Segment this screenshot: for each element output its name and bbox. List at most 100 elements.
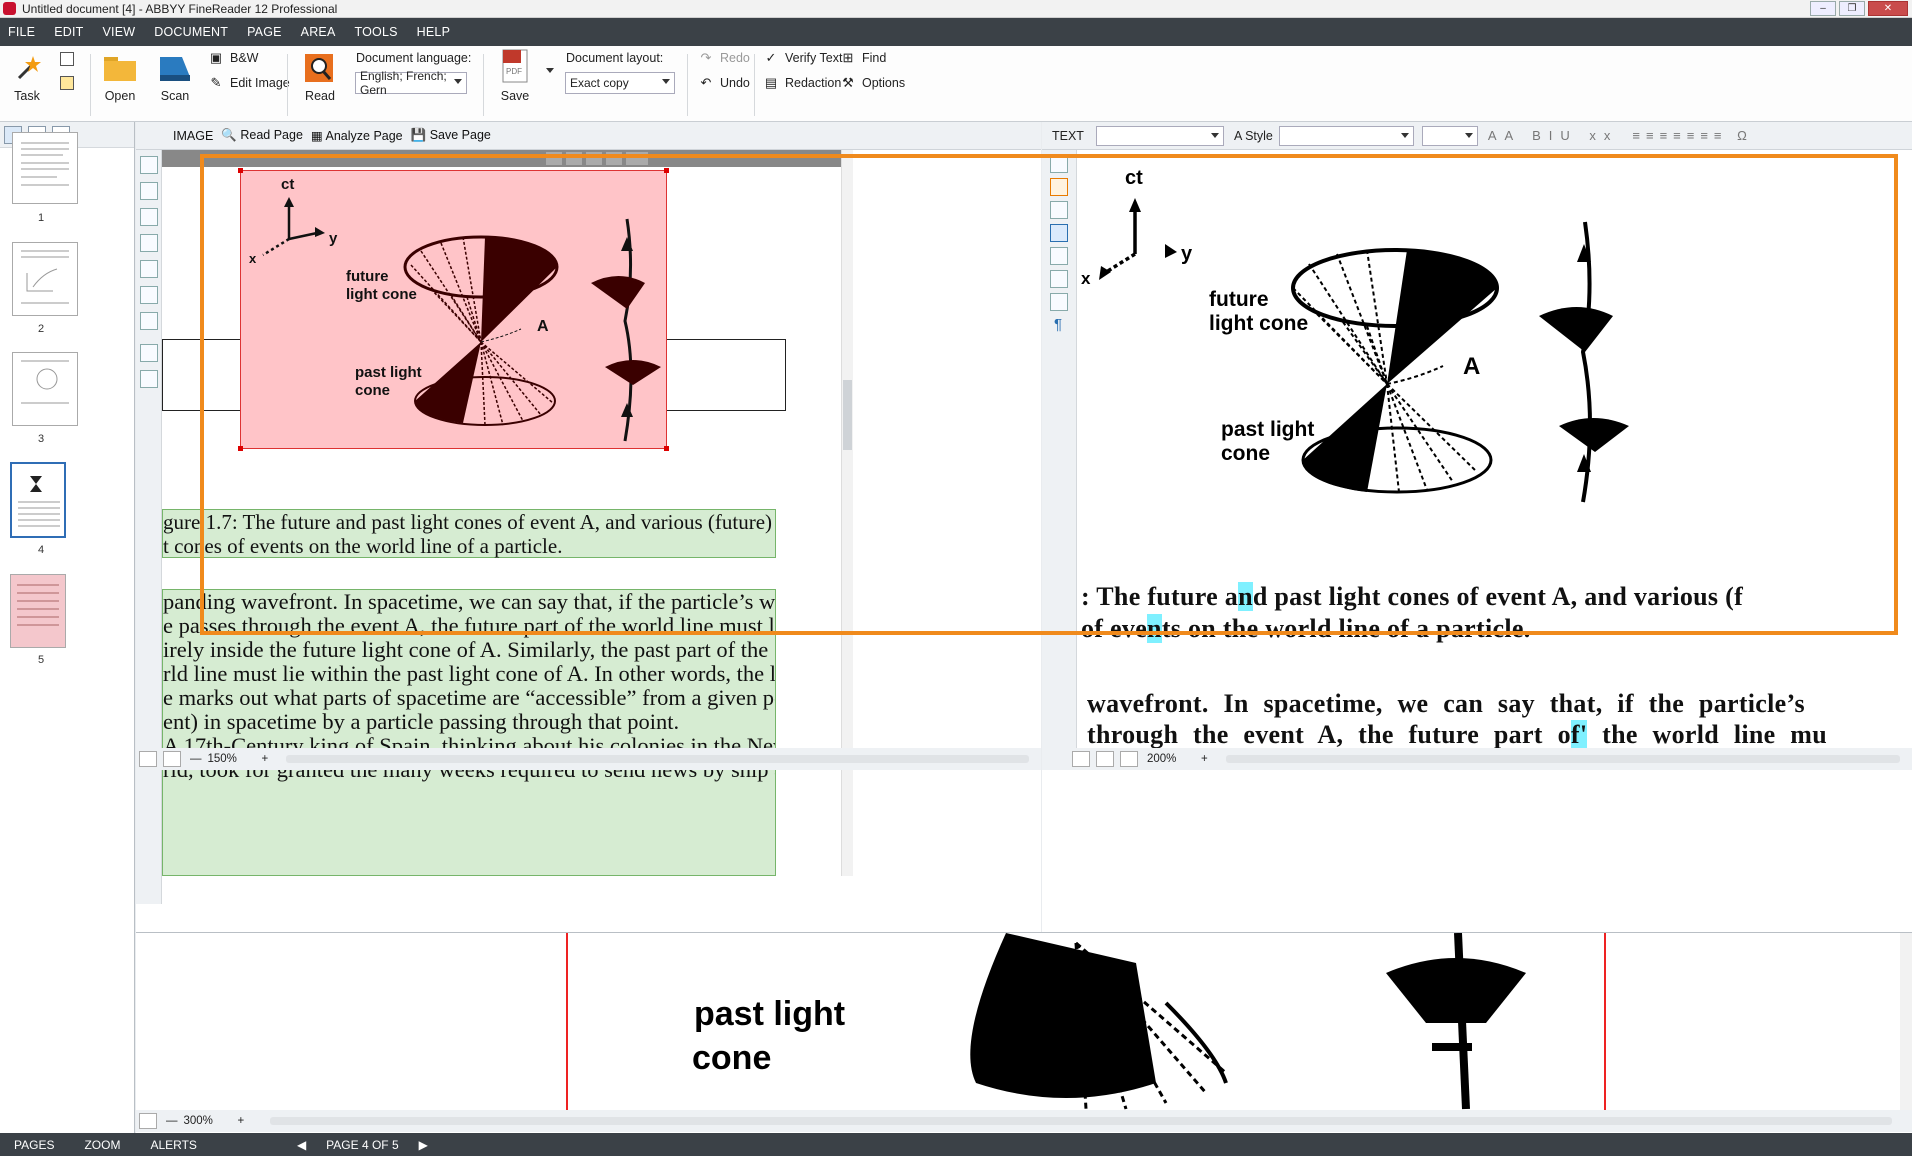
verify-text-button[interactable]: ✓ Verify Text bbox=[763, 50, 843, 66]
recognized-line-3[interactable]: wavefront. In spacetime, we can say that… bbox=[1087, 689, 1805, 719]
text-tool-icon-1[interactable] bbox=[1050, 155, 1068, 173]
recognized-line-4[interactable]: through the event A, the future part of'… bbox=[1087, 720, 1827, 748]
style-select[interactable] bbox=[1278, 125, 1414, 146]
text-tool-icon-7[interactable] bbox=[1050, 293, 1068, 311]
zoom-pane-zoom-in-icon[interactable]: + bbox=[238, 1115, 245, 1127]
save-button[interactable]: PDF Save bbox=[498, 47, 532, 103]
page-thumbnail-2[interactable] bbox=[12, 242, 78, 316]
page-thumbnail-3[interactable] bbox=[12, 352, 78, 426]
page-thumbnail-1[interactable] bbox=[12, 132, 78, 204]
minimize-button[interactable]: – bbox=[1810, 1, 1836, 16]
recognized-line-2[interactable]: of events on the world line of a particl… bbox=[1081, 614, 1531, 644]
document-language-select[interactable]: English; French; Gern bbox=[355, 69, 467, 97]
read-button[interactable]: Read bbox=[303, 51, 337, 103]
document-layout-select[interactable]: Exact copy bbox=[565, 72, 675, 94]
zoom-horizontal-scrollbar[interactable] bbox=[270, 1117, 1892, 1125]
read-page-button[interactable]: 🔍 Read Page bbox=[221, 128, 303, 143]
zoom-in-icon[interactable]: + bbox=[262, 753, 269, 765]
font-name-select[interactable] bbox=[1095, 125, 1224, 146]
zoom-pane: past light cone — 300% + bbox=[136, 932, 1912, 1133]
caption-line-2: t cones of events on the world line of a… bbox=[163, 534, 563, 558]
edit-image-button[interactable]: ✎ Edit Image bbox=[208, 75, 290, 91]
scanner-icon bbox=[158, 51, 192, 85]
save-page-button[interactable]: 💾 Save Page bbox=[411, 128, 491, 143]
text-zoom-value[interactable]: 200% bbox=[1147, 753, 1195, 765]
picture-area[interactable]: ct y x A future light cone past light co… bbox=[238, 168, 669, 451]
order-areas-tool-icon[interactable] bbox=[140, 312, 158, 330]
text-zoom-in-icon[interactable]: + bbox=[1201, 753, 1208, 765]
page-thumbnail-4[interactable] bbox=[10, 462, 66, 538]
alignment-buttons[interactable]: ≡≡≡≡≡≡≡ Ω bbox=[1632, 128, 1752, 143]
page-number-1: 1 bbox=[38, 212, 45, 224]
text-fit-height-icon[interactable] bbox=[1120, 751, 1138, 767]
previous-page-icon[interactable]: ◀ bbox=[297, 1138, 306, 1152]
hand-tool-icon[interactable] bbox=[140, 370, 158, 388]
fit-page-icon[interactable] bbox=[139, 751, 157, 767]
recognized-line-1[interactable]: : The future and past light cones of eve… bbox=[1081, 582, 1743, 612]
text-tool-icon-2[interactable] bbox=[1050, 178, 1068, 196]
text-tool-icon-3[interactable] bbox=[1050, 201, 1068, 219]
menu-area[interactable]: AREA bbox=[301, 25, 336, 39]
next-page-icon[interactable]: ▶ bbox=[419, 1138, 428, 1152]
menu-help[interactable]: HELP bbox=[417, 25, 450, 39]
text-tool-icon-6[interactable] bbox=[1050, 270, 1068, 288]
text-tool-icon-4[interactable] bbox=[1050, 224, 1068, 242]
text-tool-icon-5[interactable] bbox=[1050, 247, 1068, 265]
menu-page[interactable]: PAGE bbox=[247, 25, 282, 39]
menu-tools[interactable]: TOOLS bbox=[355, 25, 398, 39]
scan-button[interactable]: Scan bbox=[158, 51, 192, 103]
fit-width-icon[interactable] bbox=[163, 751, 181, 767]
image-horizontal-scrollbar[interactable] bbox=[286, 755, 1029, 763]
zoom-pane-zoom-value[interactable]: 300% bbox=[184, 1115, 232, 1127]
status-pages-tab[interactable]: PAGES bbox=[14, 1138, 54, 1152]
zoom-fit-icon[interactable] bbox=[139, 1113, 157, 1129]
text-horizontal-scrollbar[interactable] bbox=[1225, 755, 1900, 763]
text-on-picture-tool-icon[interactable] bbox=[140, 208, 158, 226]
style-button[interactable]: A Style bbox=[1234, 129, 1273, 143]
bw-button[interactable]: ▣ B&W bbox=[208, 50, 259, 66]
area-mini-toolbar[interactable] bbox=[546, 150, 676, 167]
zoom-out-icon[interactable]: — bbox=[190, 753, 202, 765]
body-text-area[interactable]: panding wavefront. In spacetime, we can … bbox=[162, 589, 776, 876]
status-alerts-tab[interactable]: ALERTS bbox=[150, 1138, 196, 1152]
restore-button[interactable]: ❐ bbox=[1839, 1, 1865, 16]
save-dropdown-arrow[interactable] bbox=[546, 68, 554, 73]
redaction-button[interactable]: ▤ Redaction bbox=[763, 75, 841, 91]
page-thumbnail-5[interactable] bbox=[10, 574, 66, 648]
zoom-pane-zoom-out-icon[interactable]: — bbox=[166, 1115, 178, 1127]
close-button[interactable]: ✕ bbox=[1868, 1, 1908, 16]
clipboard-icon[interactable] bbox=[60, 76, 74, 90]
find-button[interactable]: ⊞ Find bbox=[840, 50, 887, 66]
new-page-icon[interactable] bbox=[60, 52, 74, 66]
task-button[interactable]: Task bbox=[10, 51, 44, 103]
rec-fig-label-y: y bbox=[1181, 243, 1193, 265]
table-area-tool-icon[interactable] bbox=[140, 234, 158, 252]
text-fit-page-icon[interactable] bbox=[1072, 751, 1090, 767]
analyze-page-button[interactable]: ▦ Analyze Page bbox=[311, 128, 403, 143]
menu-document[interactable]: DOCUMENT bbox=[154, 25, 228, 39]
delete-area-tool-icon[interactable] bbox=[140, 286, 158, 304]
status-zoom-tab[interactable]: ZOOM bbox=[84, 1138, 120, 1152]
open-button[interactable]: Open bbox=[103, 51, 137, 103]
select-tool-icon[interactable] bbox=[140, 344, 158, 362]
font-size-select[interactable] bbox=[1421, 125, 1478, 146]
redaction-icon: ▤ bbox=[764, 75, 778, 90]
zoom-vertical-scrollbar[interactable] bbox=[1900, 933, 1912, 1110]
menu-edit[interactable]: EDIT bbox=[54, 25, 83, 39]
undo-button[interactable]: ↶ Undo bbox=[698, 75, 750, 91]
text-area-tool-icon[interactable] bbox=[140, 156, 158, 174]
svg-text:PDF: PDF bbox=[506, 67, 522, 76]
page-number-4: 4 bbox=[38, 544, 45, 556]
format-buttons[interactable]: AA BIU xx bbox=[1488, 128, 1619, 143]
menu-view[interactable]: VIEW bbox=[102, 25, 135, 39]
menu-file[interactable]: FILE bbox=[8, 25, 35, 39]
caption-text-area[interactable]: gure 1.7: The future and past light cone… bbox=[162, 509, 776, 558]
image-zoom-value[interactable]: 150% bbox=[208, 753, 256, 765]
pilcrow-icon[interactable]: ¶ bbox=[1054, 316, 1064, 333]
light-cone-figure: ct y x A future light cone past light co… bbox=[249, 176, 661, 442]
picture-area-tool-icon[interactable] bbox=[140, 182, 158, 200]
options-button[interactable]: ⚒ Options bbox=[840, 75, 905, 91]
text-fit-width-icon[interactable] bbox=[1096, 751, 1114, 767]
redo-button[interactable]: ↷ Redo bbox=[698, 50, 750, 66]
background-area-tool-icon[interactable] bbox=[140, 260, 158, 278]
